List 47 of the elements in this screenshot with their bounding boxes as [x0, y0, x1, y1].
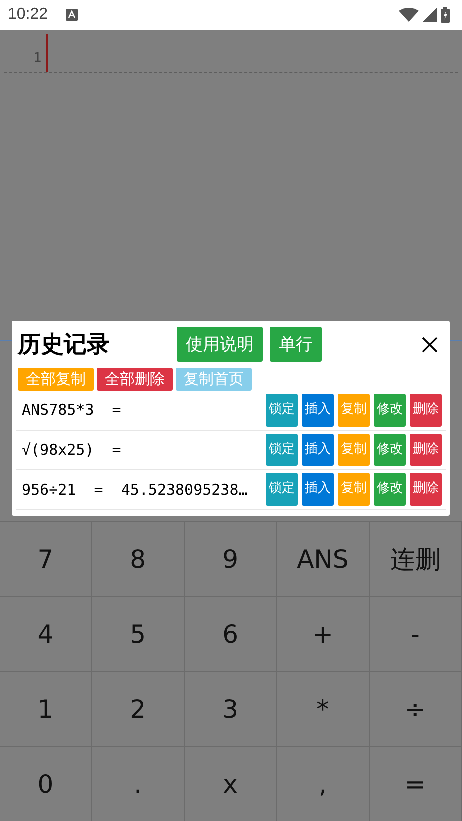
entry-button[interactable]: 删除: [410, 434, 442, 466]
battery-icon: [441, 7, 450, 23]
keypad-key[interactable]: 0: [0, 747, 92, 821]
keypad-key[interactable]: +: [277, 597, 370, 671]
keypad-key[interactable]: 5: [92, 597, 185, 671]
dialog-title: 历史记录: [18, 331, 110, 360]
keypad-key[interactable]: ÷: [370, 672, 462, 746]
keypad-key[interactable]: .: [92, 747, 185, 821]
header-button[interactable]: 使用说明: [177, 327, 263, 362]
action-button[interactable]: 全部删除: [97, 368, 173, 391]
keypad-key[interactable]: 3: [184, 672, 278, 746]
entry-button[interactable]: 锁定: [266, 434, 298, 466]
header-button[interactable]: 单行: [270, 327, 322, 362]
keypad-key[interactable]: x: [184, 747, 278, 821]
entry-button[interactable]: 插入: [302, 394, 334, 427]
wifi-icon: [399, 8, 419, 22]
keypad-key[interactable]: 1: [0, 672, 92, 746]
text-cursor: [46, 34, 48, 72]
history-expression: 956÷21 = 45.5238095238…: [22, 480, 248, 499]
keypad-key[interactable]: 2: [92, 672, 185, 746]
keypad-key[interactable]: 连删: [370, 522, 462, 596]
entry-button[interactable]: 锁定: [266, 394, 298, 427]
keypad-key[interactable]: 7: [0, 522, 92, 596]
keypad-key[interactable]: 8: [92, 522, 185, 596]
entry-button[interactable]: 修改: [374, 473, 406, 506]
entry-button[interactable]: 修改: [374, 434, 406, 466]
keypad-key[interactable]: -: [370, 597, 462, 671]
signal-icon: [423, 8, 437, 22]
keyboard-a-icon: [66, 9, 78, 21]
entry-button[interactable]: 删除: [410, 394, 442, 427]
close-icon[interactable]: [422, 336, 438, 352]
keypad-key[interactable]: ANS: [277, 522, 370, 596]
history-expression: ANS785*3 =: [22, 401, 122, 420]
keypad-key[interactable]: 9: [184, 522, 278, 596]
entry-button[interactable]: 插入: [302, 434, 334, 466]
entry-button[interactable]: 锁定: [266, 473, 298, 506]
keypad-key[interactable]: ,: [277, 747, 370, 821]
keypad-key[interactable]: =: [370, 747, 462, 821]
keypad-key[interactable]: 4: [0, 597, 92, 671]
entry-button[interactable]: 插入: [302, 473, 334, 506]
keypad-key[interactable]: 6: [184, 597, 278, 671]
entry-button[interactable]: 修改: [374, 394, 406, 427]
entry-button[interactable]: 删除: [410, 473, 442, 506]
line-number: 1: [32, 50, 43, 68]
history-expression: √(98x25) =: [22, 441, 122, 460]
keypad-key[interactable]: *: [277, 672, 370, 746]
status-time: 10:22: [8, 6, 48, 24]
